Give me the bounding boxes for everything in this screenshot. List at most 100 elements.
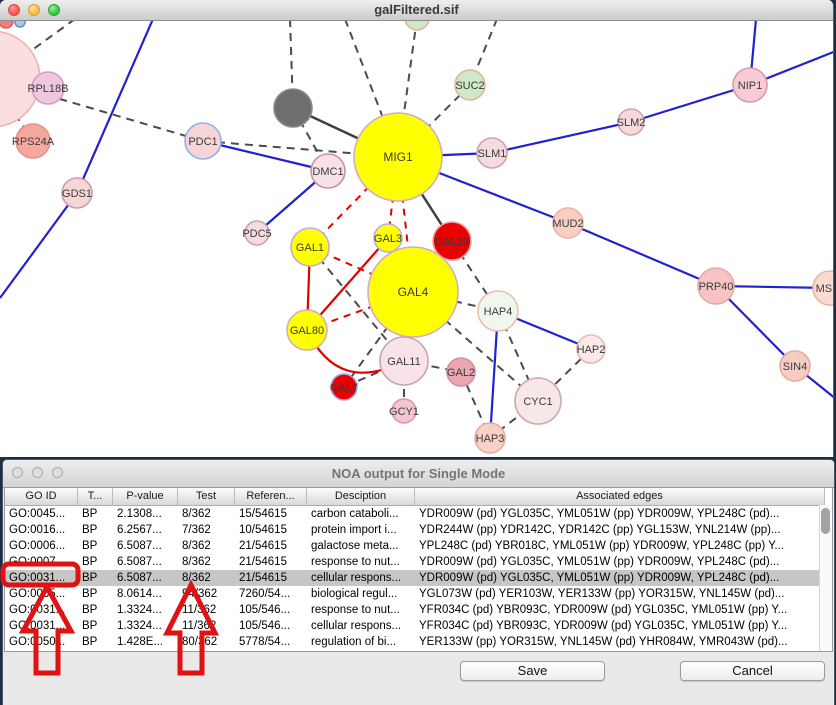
cell[interactable]: 8/362 bbox=[178, 506, 235, 522]
cell[interactable]: BP bbox=[78, 634, 113, 650]
table-row[interactable]: GO:0050...BP1.428E...80/3625778/54...reg… bbox=[5, 634, 825, 650]
column-header-p-value[interactable]: P-value bbox=[113, 488, 178, 505]
minimize-button[interactable] bbox=[28, 4, 40, 16]
cell[interactable]: 6.5087... bbox=[113, 538, 178, 554]
vertical-scrollbar[interactable] bbox=[819, 505, 832, 651]
cell[interactable]: BP bbox=[78, 602, 113, 618]
cell[interactable]: GO:0045... bbox=[5, 506, 78, 522]
cell[interactable]: 94/362 bbox=[178, 586, 235, 602]
cell[interactable]: 8/362 bbox=[178, 554, 235, 570]
node-green2[interactable] bbox=[405, 21, 429, 30]
cell[interactable]: BP bbox=[78, 570, 113, 586]
graph-window-titlebar[interactable]: galFiltered.sif bbox=[0, 0, 833, 21]
cell[interactable]: 7/362 bbox=[178, 522, 235, 538]
column-header-go-id[interactable]: GO ID bbox=[5, 488, 78, 505]
table-row[interactable]: GO:0031...BP1.3324...11/362105/546...res… bbox=[5, 602, 825, 618]
cell[interactable]: 80/362 bbox=[178, 634, 235, 650]
cell[interactable]: 6.5087... bbox=[113, 570, 178, 586]
cell[interactable]: 11/362 bbox=[178, 618, 235, 634]
zoom-button[interactable] bbox=[52, 467, 63, 478]
table-row[interactable]: GO:0016...BP6.2567...7/36210/54615protei… bbox=[5, 522, 825, 538]
cell[interactable]: 2.1308... bbox=[113, 506, 178, 522]
cell[interactable]: YDR009W (pd) YGL035C, YML051W (pp) YDR00… bbox=[415, 570, 825, 586]
cell[interactable]: GO:0050... bbox=[5, 634, 78, 650]
cell[interactable]: YGL073W (pd) YER103W, YER133W (pp) YOR31… bbox=[415, 586, 825, 602]
cell[interactable]: 11/362 bbox=[178, 602, 235, 618]
node-gray[interactable] bbox=[274, 89, 312, 127]
cell[interactable]: 8/362 bbox=[178, 538, 235, 554]
column-header-t[interactable]: T... bbox=[78, 488, 113, 505]
cell[interactable]: YFR034C (pd) YBR093C, YDR009W (pd) YGL03… bbox=[415, 602, 825, 618]
cell[interactable]: 7260/54... bbox=[235, 586, 307, 602]
edge-blue[interactable] bbox=[492, 122, 631, 153]
cell[interactable]: GO:0006... bbox=[5, 538, 78, 554]
column-header-associated-edges[interactable]: Associated edges bbox=[415, 488, 825, 505]
column-header-test[interactable]: Test bbox=[178, 488, 235, 505]
cell[interactable]: response to nut... bbox=[307, 602, 415, 618]
cell[interactable]: BP bbox=[78, 538, 113, 554]
cell[interactable]: 8.0614... bbox=[113, 586, 178, 602]
table-row[interactable]: GO:0045...BP2.1308...8/36215/54615carbon… bbox=[5, 506, 825, 522]
cell[interactable]: 8/362 bbox=[178, 570, 235, 586]
edge-blue[interactable] bbox=[568, 223, 716, 286]
cell[interactable]: biological regul... bbox=[307, 586, 415, 602]
node-tinyblue[interactable] bbox=[15, 21, 25, 27]
edge-blue[interactable] bbox=[0, 193, 77, 298]
cell[interactable]: BP bbox=[78, 522, 113, 538]
cell[interactable]: 10/54615 bbox=[235, 522, 307, 538]
cell[interactable]: GO:0031... bbox=[5, 570, 78, 586]
cell[interactable]: GO:0016... bbox=[5, 522, 78, 538]
cell[interactable]: 21/54615 bbox=[235, 570, 307, 586]
cell[interactable]: 5778/54... bbox=[235, 634, 307, 650]
node-tinyred[interactable] bbox=[0, 21, 13, 28]
cancel-button[interactable]: Cancel bbox=[680, 661, 825, 681]
cell[interactable]: BP bbox=[78, 618, 113, 634]
cell[interactable]: YDR244W (pp) YDR142C, YDR142C (pp) YGL15… bbox=[415, 522, 825, 538]
edge-blue[interactable] bbox=[631, 85, 750, 122]
cell[interactable]: GO:0065... bbox=[5, 586, 78, 602]
cell[interactable]: YDR009W (pd) YGL035C, YML051W (pp) YDR00… bbox=[415, 554, 825, 570]
table-row[interactable]: GO:0065...BP8.0614...94/3627260/54...bio… bbox=[5, 586, 825, 602]
cell[interactable]: carbon cataboli... bbox=[307, 506, 415, 522]
network-canvas[interactable]: RPL18BRPS24AGDS1PDC1PDC5MIG1SUC2SLM1DMC1… bbox=[0, 21, 833, 457]
cell[interactable]: YFR034C (pd) YBR093C, YDR009W (pd) YGL03… bbox=[415, 618, 825, 634]
table-row[interactable]: GO:0007...BP6.5087...8/36221/54615respon… bbox=[5, 554, 825, 570]
cell[interactable]: GO:0031... bbox=[5, 602, 78, 618]
cell[interactable]: 21/54615 bbox=[235, 538, 307, 554]
close-button[interactable] bbox=[8, 4, 20, 16]
cell[interactable]: 6.5087... bbox=[113, 554, 178, 570]
table-row[interactable]: GO:0031...BP6.5087...8/36221/54615cellul… bbox=[5, 570, 825, 586]
cell[interactable]: YDR009W (pd) YGL035C, YML051W (pp) YDR00… bbox=[415, 506, 825, 522]
cell[interactable]: 1.3324... bbox=[113, 618, 178, 634]
column-header-desciption[interactable]: Desciption bbox=[307, 488, 415, 505]
table-row[interactable]: GO:0006...BP6.5087...8/36221/54615galact… bbox=[5, 538, 825, 554]
cell[interactable]: protein import i... bbox=[307, 522, 415, 538]
cell[interactable]: regulation of bi... bbox=[307, 634, 415, 650]
cell[interactable]: 1.3324... bbox=[113, 602, 178, 618]
close-button[interactable] bbox=[12, 467, 23, 478]
cell[interactable]: galactose meta... bbox=[307, 538, 415, 554]
cell[interactable]: BP bbox=[78, 586, 113, 602]
save-button[interactable]: Save bbox=[460, 661, 605, 681]
cell[interactable]: 21/54615 bbox=[235, 554, 307, 570]
cell[interactable]: response to nut... bbox=[307, 554, 415, 570]
minimize-button[interactable] bbox=[32, 467, 43, 478]
cell[interactable]: cellular respons... bbox=[307, 618, 415, 634]
cell[interactable]: YPL248C (pd) YBR018C, YML051W (pp) YDR00… bbox=[415, 538, 825, 554]
cell[interactable]: 1.428E... bbox=[113, 634, 178, 650]
zoom-button[interactable] bbox=[48, 4, 60, 16]
cell[interactable]: 105/546... bbox=[235, 618, 307, 634]
noa-window-titlebar[interactable]: NOA output for Single Mode bbox=[3, 460, 834, 488]
cell[interactable]: BP bbox=[78, 554, 113, 570]
cell[interactable]: cellular respons... bbox=[307, 570, 415, 586]
column-header-referen[interactable]: Referen... bbox=[235, 488, 307, 505]
cell[interactable]: 6.2567... bbox=[113, 522, 178, 538]
cell[interactable]: 15/54615 bbox=[235, 506, 307, 522]
cell[interactable]: GO:0031... bbox=[5, 618, 78, 634]
cell[interactable]: GO:0007... bbox=[5, 554, 78, 570]
cell[interactable]: 105/546... bbox=[235, 602, 307, 618]
scrollbar-thumb[interactable] bbox=[821, 508, 830, 534]
table-row[interactable]: GO:0031...BP1.3324...11/362105/546...cel… bbox=[5, 618, 825, 634]
cell[interactable]: YER133W (pp) YOR315W, YNL145W (pd) YHR08… bbox=[415, 634, 825, 650]
cell[interactable]: BP bbox=[78, 506, 113, 522]
